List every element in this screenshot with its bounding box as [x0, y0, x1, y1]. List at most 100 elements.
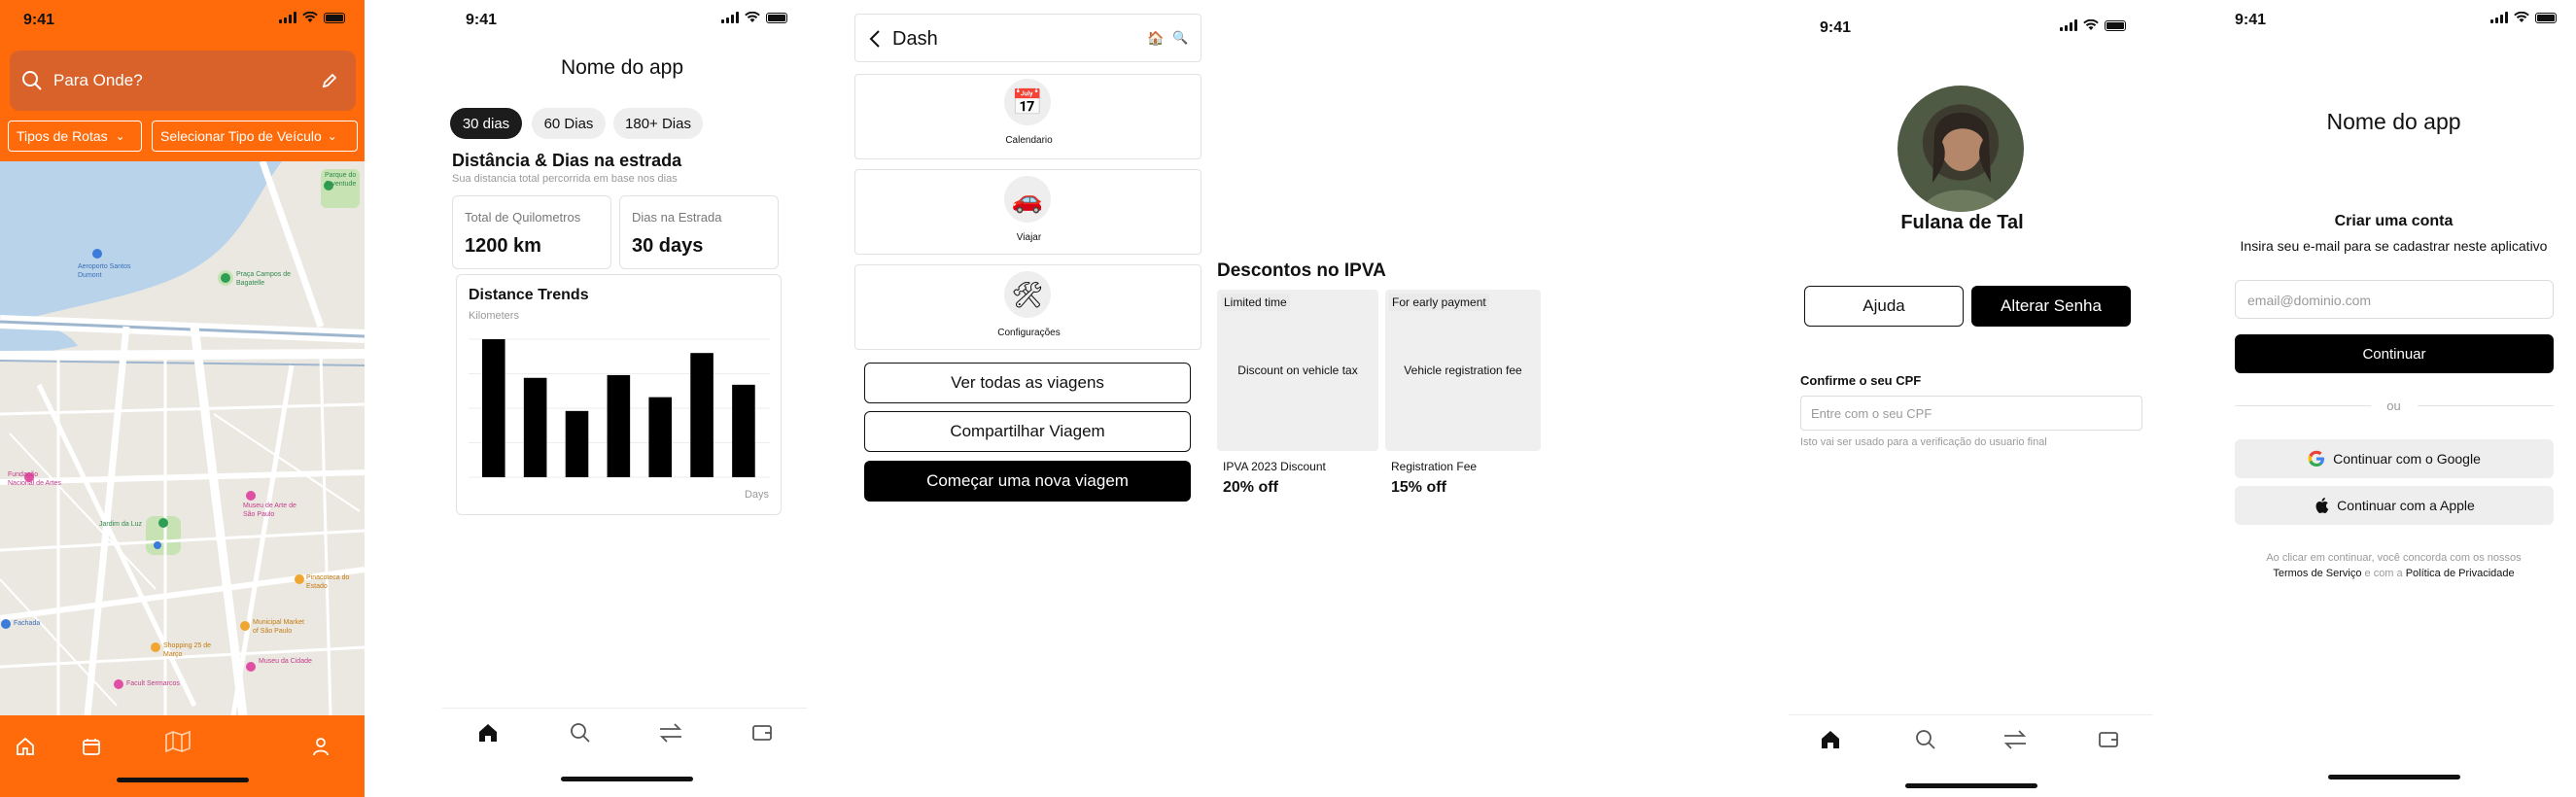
- discount-name: Registration Fee: [1391, 460, 1478, 473]
- wifi-icon: [2083, 19, 2099, 30]
- legal-text: Ao clicar em continuar, você concorda co…: [2211, 550, 2576, 581]
- screen-signup: 9:41 Nome do app Criar uma conta Insira …: [2211, 0, 2576, 797]
- discount-value: 20% off: [1223, 479, 1278, 496]
- profile-name: Fulana de Tal: [1900, 212, 2024, 233]
- discount-card[interactable]: Limited time Discount on vehicle tax IPV…: [1217, 290, 1378, 503]
- privacy-link[interactable]: Política de Privacidade: [2406, 568, 2515, 579]
- filter-route-label: Tipos de Rotas: [17, 128, 108, 144]
- stat-card-days: Dias na Estrada 30 days: [619, 195, 779, 269]
- map-label-fundacao: Fundação Nacional de Artes: [8, 471, 61, 487]
- tile-viajar[interactable]: 🚗 Viajar: [854, 169, 1201, 255]
- calendar-icon[interactable]: [82, 737, 101, 756]
- discount-badge: Limited time: [1221, 294, 1290, 311]
- map-icon[interactable]: [165, 731, 191, 752]
- tile-label: Viajar: [1016, 232, 1042, 243]
- status-icons: [2060, 19, 2126, 31]
- stat-label: Dias na Estrada: [632, 210, 722, 225]
- continue-button[interactable]: Continuar: [2235, 334, 2554, 373]
- tab-180-dias[interactable]: 180+ Dias: [613, 108, 703, 139]
- cpf-label: Confirme o seu CPF: [1800, 373, 1922, 388]
- divider-line-right: [2418, 405, 2554, 406]
- legal-and: e com a: [2364, 568, 2403, 579]
- search-bar[interactable]: Para Onde?: [10, 51, 356, 111]
- map-view[interactable]: Aeroporto Santos Dumont Praça Campos de …: [0, 161, 365, 715]
- map-label-museu: Museu de Arte de São Paulo: [243, 502, 296, 518]
- bottom-tab-bar: [442, 708, 807, 797]
- profile-icon[interactable]: [311, 737, 331, 756]
- tools-icon: 🛠: [1011, 279, 1044, 309]
- chart-ylabel: Kilometers: [469, 310, 519, 322]
- screen-ipva: Descontos no IPVA Limited time Discount …: [1210, 0, 1560, 797]
- chart-bar: [523, 377, 547, 477]
- transfer-icon[interactable]: [2002, 729, 2028, 750]
- cpf-input[interactable]: Entre com o seu CPF: [1800, 396, 2142, 431]
- discount-card[interactable]: For early payment Vehicle registration f…: [1385, 290, 1541, 503]
- create-account-subtitle: Insira seu e-mail para se cadastrar nest…: [2240, 238, 2548, 254]
- map-label-museu-cidade: Museu da Cidade: [259, 658, 312, 665]
- home-icon[interactable]: [477, 722, 499, 744]
- bar-chart: [469, 338, 770, 478]
- back-arrow-icon[interactable]: [869, 29, 881, 49]
- search-icon[interactable]: 🔍: [1172, 30, 1188, 46]
- wallet-icon[interactable]: [751, 722, 773, 744]
- signal-icon: [721, 12, 739, 23]
- map-label-praca: Praça Campos de Bagatelle: [236, 271, 292, 287]
- map-label-fachada: Fachada: [14, 620, 41, 627]
- pencil-icon[interactable]: [321, 72, 338, 89]
- battery-icon: [766, 12, 787, 23]
- transfer-icon[interactable]: [658, 722, 683, 744]
- avatar-portrait: [1922, 112, 2002, 212]
- search-icon: [22, 71, 42, 90]
- google-button[interactable]: Continuar com o Google: [2235, 439, 2554, 478]
- bottom-tab-bar: [0, 715, 365, 797]
- status-time: 9:41: [2235, 12, 2267, 28]
- help-button[interactable]: Ajuda: [1804, 286, 1964, 327]
- home-indicator: [117, 778, 249, 782]
- discount-image-text: Discount on vehicle tax: [1237, 364, 1358, 377]
- battery-icon: [324, 12, 345, 23]
- chart-card: Distance Trends Kilometers Days: [456, 274, 782, 515]
- stat-card-km: Total de Quilometros 1200 km: [452, 195, 611, 269]
- home-icon[interactable]: [16, 737, 35, 756]
- change-password-button[interactable]: Alterar Senha: [1971, 286, 2131, 327]
- filter-route-type[interactable]: Tipos de Rotas ⌄: [8, 121, 142, 152]
- discount-image: Limited time Discount on vehicle tax: [1217, 290, 1378, 451]
- map-label-municipal: Municipal Market of São Paulo: [253, 619, 304, 635]
- tab-60-dias[interactable]: 60 Dias: [532, 108, 606, 139]
- share-trip-button[interactable]: Compartilhar Viagem: [864, 411, 1191, 452]
- cpf-hint: Isto vai ser usado para a verificação do…: [1800, 436, 2047, 448]
- home-icon[interactable]: [1820, 729, 1841, 750]
- search-icon[interactable]: [1915, 729, 1936, 750]
- header-title: Dash: [892, 28, 938, 50]
- status-time: 9:41: [466, 12, 498, 28]
- home-emoji-icon[interactable]: 🏠: [1147, 30, 1164, 47]
- battery-icon: [2535, 12, 2557, 23]
- filter-vehicle-type[interactable]: Selecionar Tipo de Veículo ⌄: [152, 121, 358, 152]
- signal-icon: [2060, 19, 2077, 31]
- screen-dash: Dash 🏠 🔍 📅 Calendario 🚗 Viajar 🛠 Configu…: [851, 0, 1205, 797]
- wallet-icon[interactable]: [2098, 729, 2119, 750]
- tile-calendario[interactable]: 📅 Calendario: [854, 74, 1201, 159]
- tile-configuracoes[interactable]: 🛠 Configurações: [854, 264, 1201, 350]
- email-input[interactable]: email@dominio.com: [2235, 280, 2554, 319]
- chart-bar: [482, 339, 505, 477]
- discount-value: 15% off: [1391, 479, 1446, 496]
- google-icon: [2308, 450, 2325, 467]
- map-label-jardim: Jardim da Luz: [99, 521, 142, 528]
- start-trip-button[interactable]: Começar uma nova viagem: [864, 461, 1191, 502]
- terms-link[interactable]: Termos de Serviço: [2273, 568, 2361, 579]
- discount-image-text: Vehicle registration fee: [1404, 364, 1522, 377]
- tab-30-dias[interactable]: 30 dias: [450, 108, 522, 139]
- apple-button[interactable]: Continuar com a Apple: [2235, 486, 2554, 525]
- chart-bar: [607, 374, 631, 477]
- status-bar: 9:41: [442, 0, 807, 39]
- status-icons: [721, 12, 787, 23]
- apple-icon: [2315, 498, 2329, 513]
- avatar: [1897, 86, 2024, 212]
- all-trips-button[interactable]: Ver todas as viagens: [864, 363, 1191, 403]
- search-icon[interactable]: [570, 722, 591, 744]
- wifi-icon: [302, 12, 318, 22]
- chevron-down-icon: ⌄: [327, 129, 337, 143]
- tile-icon-circle: 🚗: [1004, 176, 1051, 223]
- discount-name: IPVA 2023 Discount: [1223, 460, 1326, 473]
